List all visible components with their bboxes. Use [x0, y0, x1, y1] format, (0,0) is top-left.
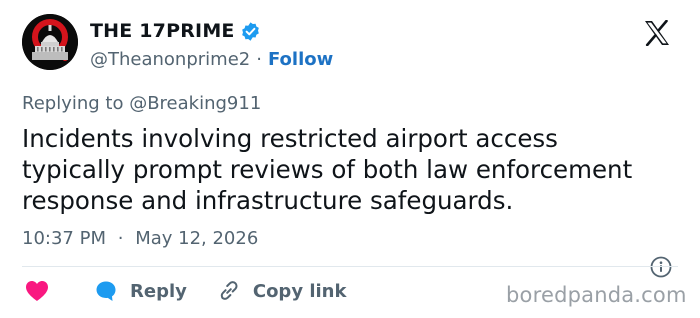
timestamp[interactable]: 10:37 PM · May 12, 2026 [22, 228, 258, 249]
author-name-row[interactable]: THE 17PRIME [90, 20, 261, 42]
replying-to[interactable]: Replying to @Breaking911 [22, 93, 261, 114]
tweet-line: response and infrastructure safeguards. [22, 186, 514, 215]
tweet-card: THE 17PRIME @Theanonprime2 · Follow Repl… [0, 0, 700, 318]
reply-button[interactable]: Reply [94, 279, 187, 303]
tweet-time[interactable]: 10:37 PM [22, 228, 106, 249]
author-handle[interactable]: @Theanonprime2 [90, 49, 250, 70]
action-bar: Reply Copy link [22, 278, 346, 304]
copy-link-button[interactable]: Copy link [217, 279, 347, 303]
follow-button[interactable]: Follow [268, 49, 333, 70]
tweet-date[interactable]: May 12, 2026 [135, 228, 258, 249]
verified-badge-icon [240, 21, 261, 42]
copy-link-label: Copy link [252, 280, 347, 302]
q-capitol-avatar-icon [22, 14, 78, 70]
heart-icon[interactable] [24, 279, 50, 303]
separator-dot: · [256, 49, 262, 70]
handle-row: @Theanonprime2 · Follow [90, 49, 333, 70]
display-name[interactable]: THE 17PRIME [90, 20, 235, 42]
divider [22, 266, 678, 267]
speech-bubble-icon [94, 279, 118, 303]
avatar[interactable] [22, 14, 78, 70]
tweet-text: Incidents involving restricted airport a… [22, 123, 682, 216]
separator-dot: · [117, 228, 124, 249]
info-icon[interactable] [650, 256, 672, 278]
watermark: boredpanda.com [506, 283, 687, 307]
tweet-line: typically prompt reviews of both law enf… [22, 155, 633, 184]
x-logo-icon[interactable] [643, 20, 671, 46]
tweet-line: Incidents involving restricted airport a… [22, 124, 558, 153]
link-icon [217, 279, 241, 303]
reply-label: Reply [130, 280, 187, 302]
